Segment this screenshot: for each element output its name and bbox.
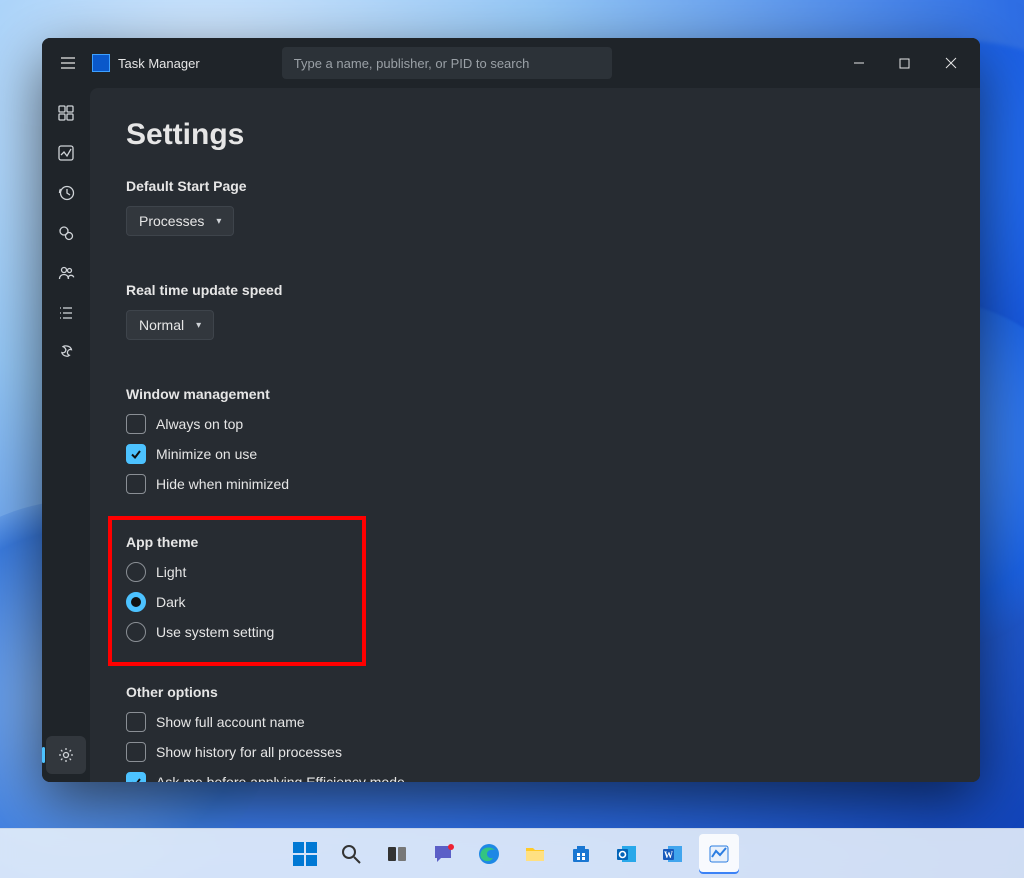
task-manager-window: Task Manager Type a name, publisher, or … (42, 38, 980, 782)
taskbar-explorer[interactable] (515, 834, 555, 874)
sidebar (42, 88, 90, 782)
taskbar-edge[interactable] (469, 834, 509, 874)
taskbar-store[interactable] (561, 834, 601, 874)
show-full-account-checkbox[interactable]: Show full account name (126, 712, 944, 732)
nav-services[interactable] (46, 334, 86, 372)
window-management-label: Window management (126, 386, 944, 402)
minimize-on-use-checkbox[interactable]: Minimize on use (126, 444, 944, 464)
show-history-all-checkbox[interactable]: Show history for all processes (126, 742, 944, 762)
taskbar-outlook[interactable] (607, 834, 647, 874)
app-title: Task Manager (118, 56, 200, 71)
other-options-label: Other options (126, 684, 944, 700)
taskbar-search[interactable] (331, 834, 371, 874)
nav-users[interactable] (46, 254, 86, 292)
maximize-button[interactable] (882, 44, 928, 82)
taskbar-word[interactable]: W (653, 834, 693, 874)
taskbar-task-manager[interactable] (699, 834, 739, 874)
search-input[interactable]: Type a name, publisher, or PID to search (282, 47, 612, 79)
page-title: Settings (126, 118, 944, 152)
nav-details[interactable] (46, 294, 86, 332)
close-button[interactable] (928, 44, 974, 82)
ask-efficiency-checkbox[interactable]: Ask me before applying Efficiency mode (126, 772, 944, 782)
taskbar: W (0, 828, 1024, 878)
nav-settings[interactable] (46, 736, 86, 774)
app-theme-label: App theme (126, 534, 348, 550)
taskbar-taskview[interactable] (377, 834, 417, 874)
nav-startup[interactable] (46, 214, 86, 252)
always-on-top-checkbox[interactable]: Always on top (126, 414, 944, 434)
update-speed-value: Normal (139, 317, 184, 333)
hide-when-minimized-checkbox[interactable]: Hide when minimized (126, 474, 944, 494)
app-icon (92, 54, 110, 72)
chevron-down-icon: ▾ (216, 216, 221, 227)
content-area: Settings Default Start Page Processes ▾ … (90, 88, 980, 782)
chevron-down-icon: ▾ (196, 320, 201, 331)
theme-system-radio[interactable]: Use system setting (126, 622, 348, 642)
minimize-button[interactable] (836, 44, 882, 82)
svg-text:W: W (664, 850, 673, 860)
start-button[interactable] (285, 834, 325, 874)
default-start-page-label: Default Start Page (126, 178, 944, 194)
taskbar-chat[interactable] (423, 834, 463, 874)
default-start-page-value: Processes (139, 213, 204, 229)
titlebar: Task Manager Type a name, publisher, or … (42, 38, 980, 88)
nav-app-history[interactable] (46, 174, 86, 212)
search-placeholder: Type a name, publisher, or PID to search (294, 56, 530, 71)
theme-dark-radio[interactable]: Dark (126, 592, 348, 612)
update-speed-dropdown[interactable]: Normal ▾ (126, 310, 214, 340)
theme-light-radio[interactable]: Light (126, 562, 348, 582)
default-start-page-dropdown[interactable]: Processes ▾ (126, 206, 234, 236)
nav-processes[interactable] (46, 94, 86, 132)
app-theme-highlight: App theme Light Dark Use system setting (108, 516, 366, 666)
update-speed-label: Real time update speed (126, 282, 944, 298)
nav-performance[interactable] (46, 134, 86, 172)
hamburger-menu-button[interactable] (48, 43, 88, 83)
